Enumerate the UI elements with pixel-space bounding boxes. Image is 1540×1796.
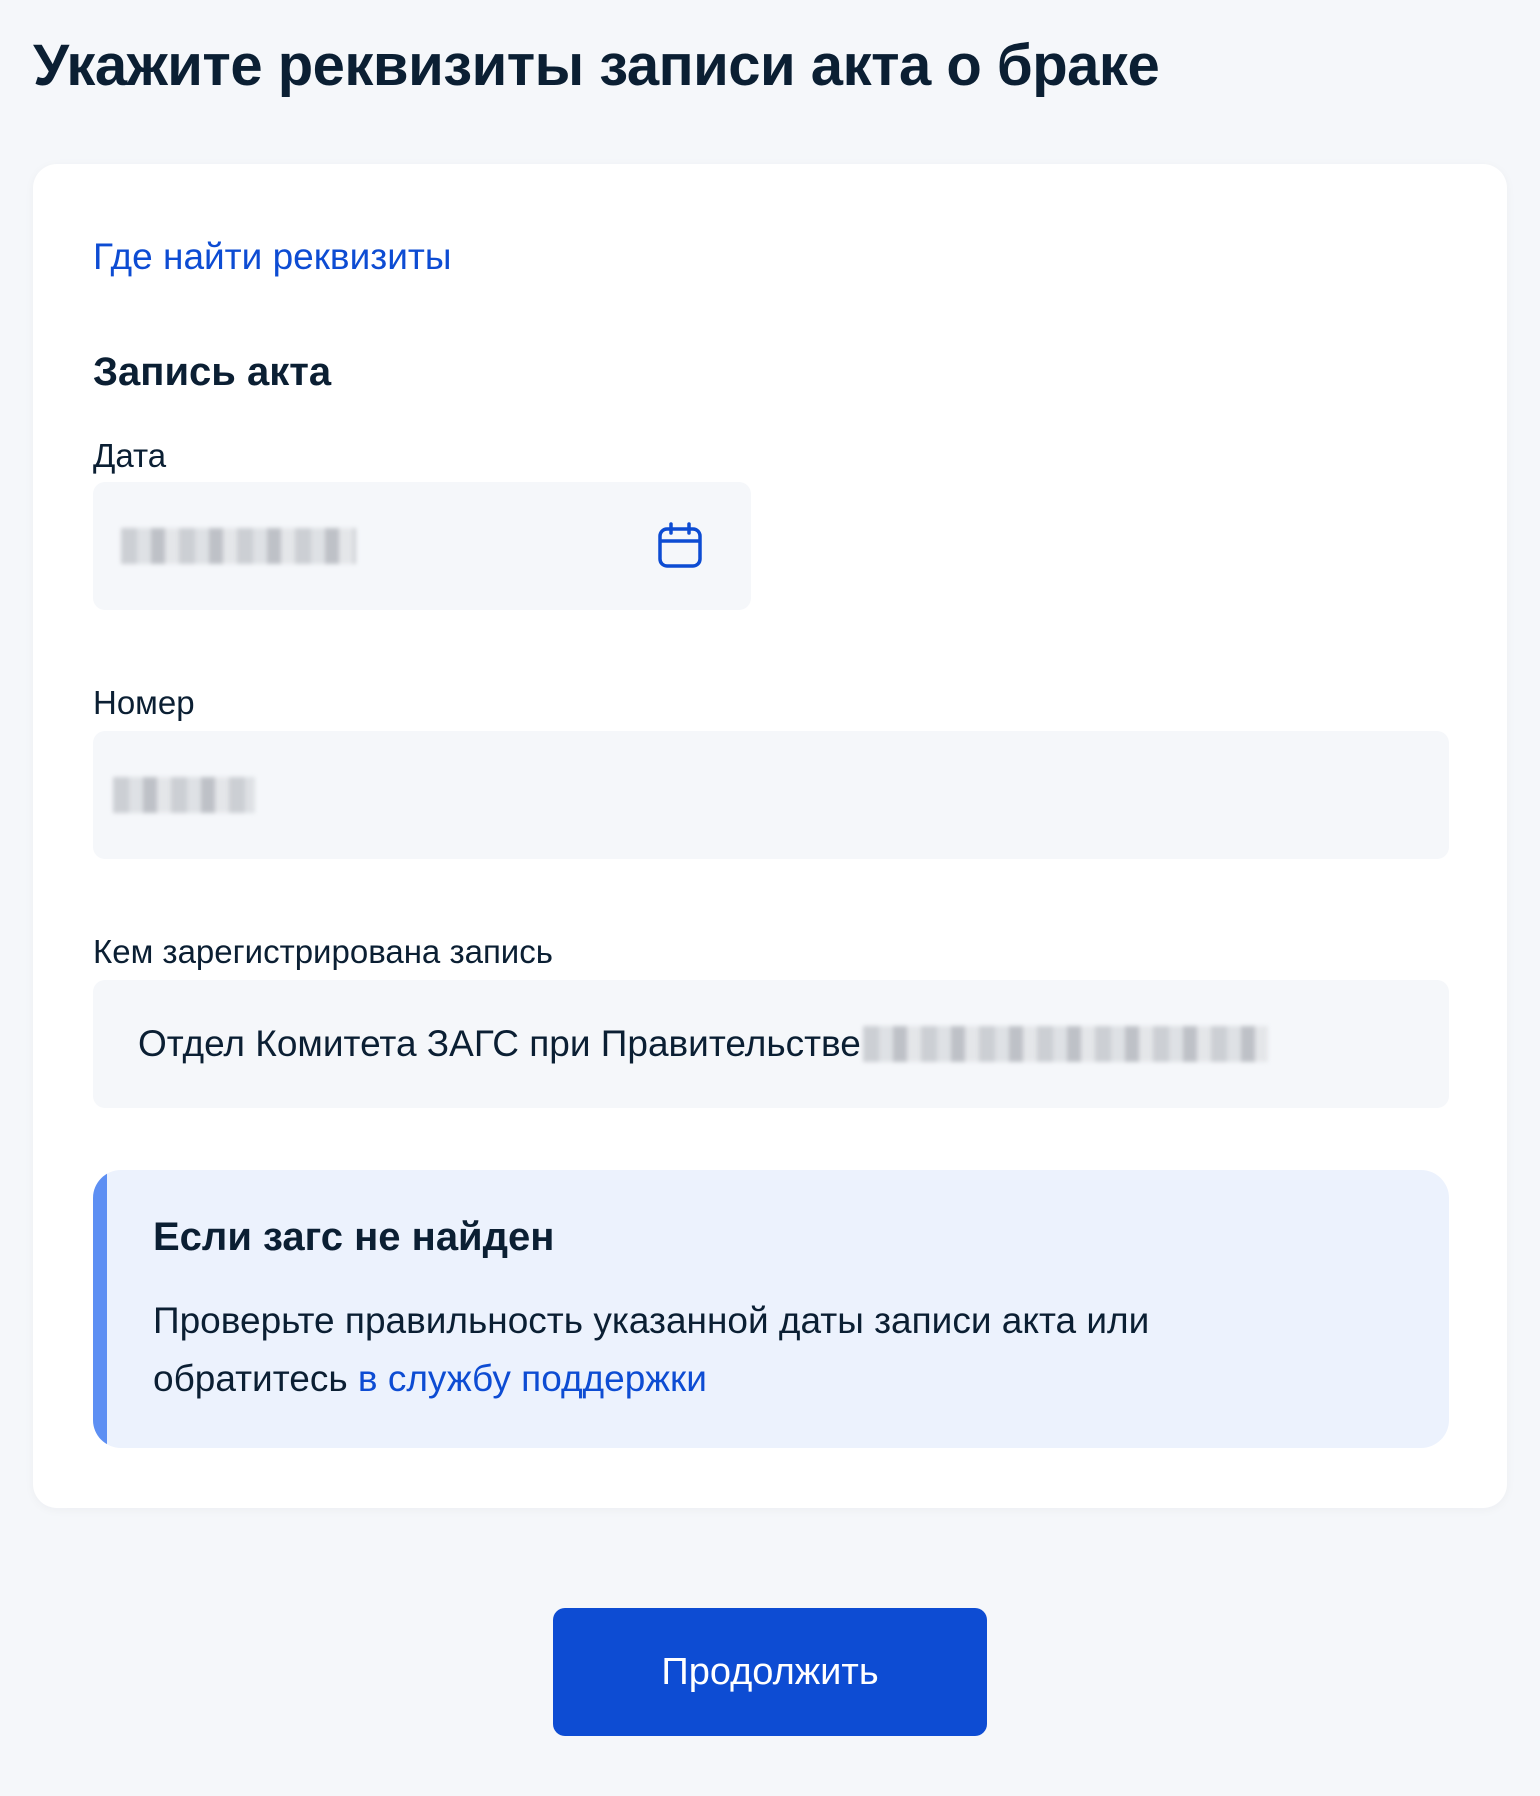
- registrar-field[interactable]: Отдел Комитета ЗАГС при Правительстве: [93, 980, 1449, 1108]
- where-to-find-details-link[interactable]: Где найти реквизиты: [93, 232, 451, 282]
- notice-title: Если загс не найден: [153, 1215, 555, 1259]
- calendar-icon[interactable]: [655, 521, 705, 571]
- registrar-label: Кем зарегистрирована запись: [93, 933, 553, 970]
- notice-accent-bar: [93, 1170, 107, 1448]
- number-field[interactable]: [93, 731, 1449, 859]
- registry-not-found-notice: Если загс не найден Проверьте правильнос…: [93, 1170, 1449, 1448]
- number-value-redacted: [113, 777, 255, 813]
- date-field[interactable]: [93, 482, 751, 610]
- section-title: Запись акта: [93, 350, 332, 394]
- form-card: Где найти реквизиты Запись акта Дата Ном…: [33, 164, 1507, 1508]
- notice-text: Проверьте правильность указанной даты за…: [153, 1292, 1353, 1408]
- continue-button[interactable]: Продолжить: [553, 1608, 987, 1736]
- number-label: Номер: [93, 684, 195, 721]
- date-label: Дата: [93, 437, 167, 474]
- registrar-value-redacted: [862, 1026, 1268, 1062]
- support-link[interactable]: в службу поддержки: [358, 1358, 707, 1399]
- registrar-value: Отдел Комитета ЗАГС при Правительстве: [138, 1023, 861, 1064]
- page-title: Укажите реквизиты записи акта о браке: [33, 33, 1160, 98]
- date-value-redacted: [121, 528, 356, 564]
